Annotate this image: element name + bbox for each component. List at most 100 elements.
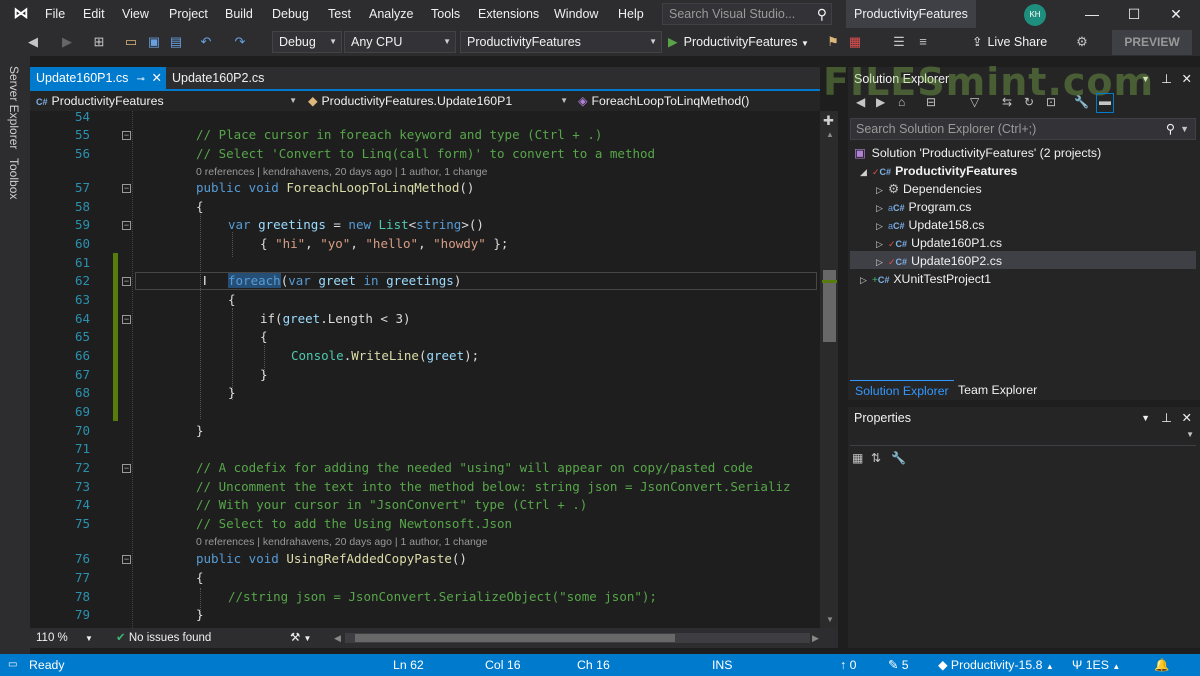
toolbar-extra3-icon[interactable]: ☰ — [890, 33, 908, 51]
property-pages-icon[interactable]: 🔧 — [891, 451, 906, 465]
status-insert-mode[interactable]: INS — [712, 654, 733, 676]
menu-extensions[interactable]: Extensions — [474, 0, 543, 28]
expanded-arrow-icon[interactable]: ◢ — [860, 163, 872, 181]
categorized-icon[interactable]: ▦ — [852, 451, 863, 465]
zoom-dropdown[interactable]: 110 % ▼ — [36, 628, 96, 648]
search-icon[interactable]: ⚲ — [1166, 119, 1175, 139]
live-share-button[interactable]: ⇪ Live Share — [972, 31, 1047, 53]
repo-selector[interactable]: Ψ 1ES ▲ — [1072, 654, 1120, 676]
tree-item-update160p1[interactable]: ▷ ✓C# Update160P1.cs — [876, 234, 1002, 252]
home-icon[interactable]: ⌂ — [898, 95, 905, 109]
collapsed-arrow-icon[interactable]: ▷ — [876, 181, 888, 199]
tree-item-project[interactable]: ◢ ✓C# ProductivityFeatures — [860, 162, 1017, 180]
menu-window[interactable]: Window — [550, 0, 602, 28]
filter-icon[interactable]: ▽ — [970, 95, 979, 109]
codelens-info[interactable]: 0 references | kendrahavens, 20 days ago… — [196, 535, 488, 549]
pin-icon[interactable]: ⊥ — [1161, 407, 1172, 429]
menu-help[interactable]: Help — [614, 0, 648, 28]
solution-search-input[interactable]: Search Solution Explorer (Ctrl+;) ⚲ ▼ — [850, 118, 1196, 140]
preview-badge[interactable]: PREVIEW — [1112, 30, 1192, 55]
search-input[interactable]: Search Visual Studio... ⚲ — [662, 3, 832, 25]
menu-file[interactable]: File — [41, 0, 69, 28]
startup-project-dropdown[interactable]: ProductivityFeatures ▼ — [460, 31, 662, 53]
menu-test[interactable]: Test — [324, 0, 355, 28]
refresh-icon[interactable]: ↻ — [1024, 95, 1034, 109]
menu-project[interactable]: Project — [165, 0, 212, 28]
sync-icon[interactable]: ⇆ — [1002, 95, 1012, 109]
toolbox-tab[interactable]: Toolbox — [7, 158, 21, 199]
issues-indicator[interactable]: ✔ No issues found — [116, 628, 211, 648]
scroll-down-icon[interactable]: ▼ — [826, 615, 834, 624]
forward-icon[interactable]: ▶ — [876, 95, 885, 109]
menu-view[interactable]: View — [118, 0, 153, 28]
toolbar-extra4-icon[interactable]: ≡ — [914, 33, 932, 51]
menu-debug[interactable]: Debug — [268, 0, 313, 28]
maximize-button[interactable]: ☐ — [1114, 0, 1154, 28]
tab-update160p1[interactable]: Update160P1.cs ⊸ ✕ — [30, 67, 166, 89]
forward-icon[interactable]: ▶ — [58, 33, 76, 51]
platform-dropdown[interactable]: Any CPU ▼ — [344, 31, 456, 53]
status-column[interactable]: Col 16 — [485, 654, 521, 676]
visual-studio-logo-icon[interactable]: ⋈ — [8, 3, 34, 25]
menu-build[interactable]: Build — [221, 0, 257, 28]
member-nav-dropdown[interactable]: ◈ ForeachLoopToLinqMethod() — [578, 91, 818, 111]
collapsed-arrow-icon[interactable]: ▷ — [860, 271, 872, 289]
tree-item-program[interactable]: ▷ aC# Program.cs — [876, 198, 971, 216]
fold-toggle[interactable]: − — [122, 464, 131, 473]
collapsed-arrow-icon[interactable]: ▷ — [876, 217, 888, 235]
editor-vertical-scrollbar[interactable] — [820, 111, 838, 628]
properties-wrench-icon[interactable]: 🔧 — [1074, 95, 1089, 109]
chevron-down-icon[interactable]: ▼ — [1180, 119, 1189, 139]
fold-toggle[interactable]: − — [122, 131, 131, 140]
search-icon[interactable]: ⚲ — [817, 4, 827, 24]
configuration-dropdown[interactable]: Debug ▼ — [272, 31, 342, 53]
properties-object-selector[interactable]: ▼ — [850, 430, 1196, 446]
class-nav-dropdown[interactable]: ◆ ProductivityFeatures.Update160P1 ▼ — [308, 91, 572, 111]
tab-solution-explorer[interactable]: Solution Explorer — [850, 380, 954, 400]
avatar[interactable]: KH — [1024, 4, 1046, 26]
dropdown-icon[interactable]: ▼ — [1141, 407, 1150, 429]
start-debugging-button[interactable]: ▶ ProductivityFeatures ▼ — [668, 31, 809, 53]
code-cleanup-icon[interactable]: ⚒ ▼ — [290, 628, 311, 648]
scroll-up-icon[interactable]: ▲ — [826, 130, 834, 139]
collapsed-arrow-icon[interactable]: ▷ — [876, 235, 888, 253]
horizontal-scroll-thumb[interactable] — [355, 634, 675, 642]
notifications-bell-icon[interactable]: 🔔 — [1154, 654, 1169, 676]
tree-item-dependencies[interactable]: ▷ ⚙ Dependencies — [876, 180, 982, 198]
back-icon[interactable]: ◀ — [856, 95, 865, 109]
tree-item-solution[interactable]: ▣ Solution 'ProductivityFeatures' (2 proj… — [854, 144, 1101, 162]
open-folder-icon[interactable]: ▭ — [122, 33, 140, 51]
pin-icon[interactable]: ⊥ — [1161, 67, 1172, 91]
tab-team-explorer[interactable]: Team Explorer — [953, 380, 1042, 400]
branch-selector[interactable]: ◆ Productivity-15.8 ▲ — [938, 654, 1054, 676]
fold-toggle[interactable]: − — [122, 184, 131, 193]
toolbar-extra2-icon[interactable]: ▦ — [846, 33, 864, 51]
server-explorer-tab[interactable]: Server Explorer — [7, 66, 21, 149]
switch-views-icon[interactable]: ⊟ — [926, 95, 936, 109]
menu-edit[interactable]: Edit — [79, 0, 109, 28]
pending-changes[interactable]: ✎ 5 — [888, 654, 909, 676]
save-icon[interactable]: ▣ — [145, 33, 163, 51]
collapsed-arrow-icon[interactable]: ▷ — [876, 253, 888, 271]
close-icon[interactable]: ✕ — [1182, 407, 1192, 429]
codelens-info[interactable]: 0 references | kendrahavens, 20 days ago… — [196, 165, 488, 179]
scroll-right-icon[interactable]: ▶ — [812, 628, 819, 648]
fold-toggle[interactable]: − — [122, 221, 131, 230]
menu-analyze[interactable]: Analyze — [365, 0, 417, 28]
redo-icon[interactable]: ↷ — [231, 33, 249, 51]
split-editor-icon[interactable]: ✚ — [823, 113, 834, 129]
collapsed-arrow-icon[interactable]: ▷ — [876, 199, 888, 217]
fold-toggle[interactable]: − — [122, 277, 131, 286]
preview-selected-icon[interactable]: ▬ — [1096, 93, 1114, 113]
collapse-all-icon[interactable]: ⊡ — [1046, 95, 1056, 109]
close-icon[interactable]: ✕ — [1182, 67, 1192, 91]
status-char[interactable]: Ch 16 — [577, 654, 610, 676]
tree-item-update160p2[interactable]: ▷ ✓C# Update160P2.cs — [876, 252, 1002, 270]
tree-item-xunit[interactable]: ▷ +C# XUnitTestProject1 — [860, 270, 991, 288]
status-line[interactable]: Ln 62 — [393, 654, 424, 676]
pin-icon[interactable]: ⊸ — [136, 74, 144, 85]
fold-toggle[interactable]: − — [122, 315, 131, 324]
back-icon[interactable]: ◀ — [24, 33, 42, 51]
tree-item-update158[interactable]: ▷ aC# Update158.cs — [876, 216, 984, 234]
undo-icon[interactable]: ↶ — [197, 33, 215, 51]
